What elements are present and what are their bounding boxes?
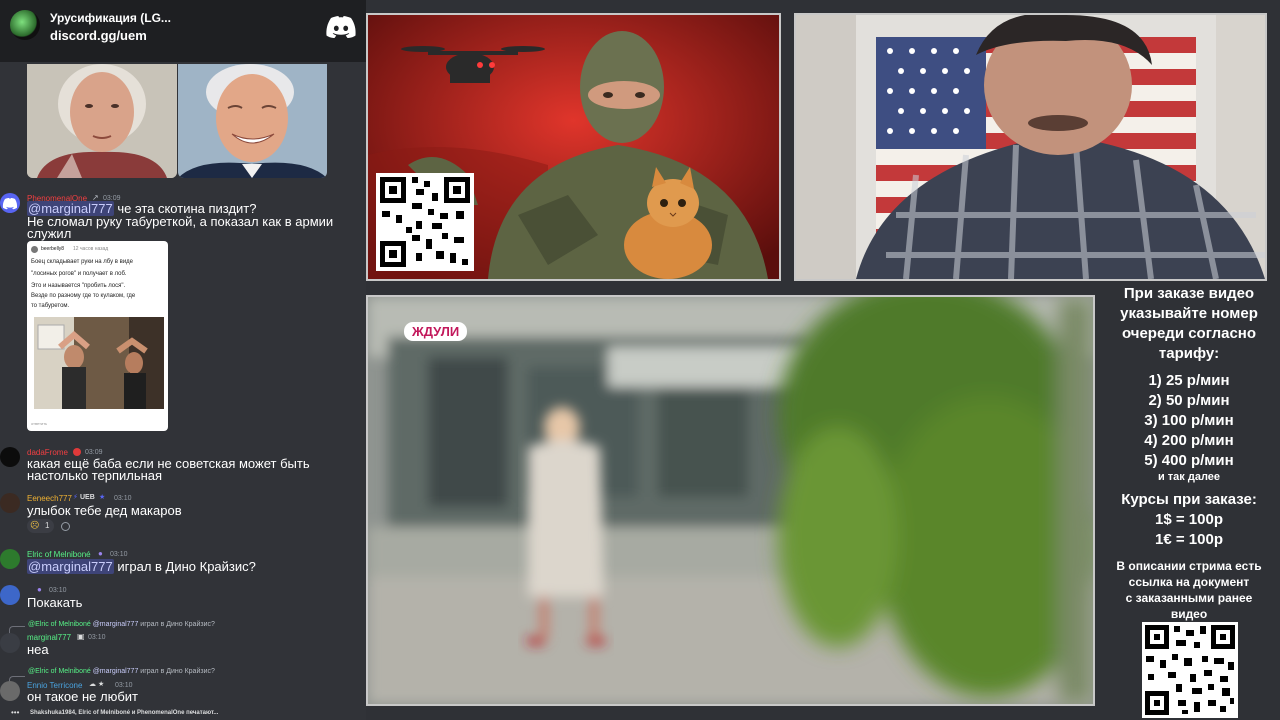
- avatar-user[interactable]: [0, 585, 20, 605]
- user-tag: UEB: [80, 494, 95, 501]
- attached-photo-woman[interactable]: [27, 64, 177, 178]
- server-avatar[interactable]: [10, 10, 40, 40]
- post-author-avatar: [31, 246, 38, 253]
- discord-overlay: Урусификация (LG... discord.gg/uem Pheno…: [0, 0, 366, 720]
- username-marginal777[interactable]: marginal777: [27, 633, 71, 642]
- timestamp: 03:10: [49, 587, 67, 594]
- description-note: с заказанными ранее: [1125, 591, 1253, 605]
- tariff-item: 2) 50 р/мин: [1148, 392, 1230, 409]
- message-text: @marginal777 играл в Дино Крайзис?: [27, 559, 256, 574]
- embedded-post-image[interactable]: beerbelly8 12 часов назад Боец складывае…: [27, 241, 168, 431]
- avatar-elric[interactable]: [0, 549, 20, 569]
- post-text-line: Это и называется "пробить лося".: [31, 283, 126, 289]
- reply-username: @Elric of Melniboné: [28, 668, 91, 675]
- server-name: Урусификация (LG...: [50, 11, 171, 25]
- reaction-count: 1: [45, 521, 50, 530]
- badge-icon: ●: [37, 585, 42, 594]
- soldier-artwork: [368, 15, 779, 279]
- post-time: 12 часов назад: [73, 246, 109, 252]
- description-note: В описании стрима есть: [1116, 559, 1262, 573]
- tariff-item: 5) 400 р/мин: [1144, 452, 1234, 469]
- tariff-info: При заказе видео указывайте номер очеред…: [1098, 284, 1280, 622]
- server-invite-link[interactable]: discord.gg/uem: [50, 28, 147, 43]
- badge-icon: ★: [99, 494, 106, 501]
- post-footer: ответить: [31, 421, 48, 426]
- tariff-item: 4) 200 р/мин: [1144, 432, 1234, 449]
- status-badge: [73, 448, 81, 456]
- message-text: он такое не любит: [27, 689, 138, 704]
- message-content: играл в Дино Крайзис?: [113, 559, 256, 574]
- tariff-etc: и так далее: [1157, 471, 1221, 483]
- donation-qr-code: [1142, 622, 1238, 718]
- message-text: неа: [27, 642, 49, 657]
- description-note: ссылка на документ: [1128, 575, 1250, 589]
- message-text: Не сломал руку табуреткой, а показал как…: [27, 214, 334, 229]
- reply-mention: @marginal777: [92, 668, 139, 675]
- post-text-line: Везде по разному где то кулаком, где: [31, 293, 136, 299]
- post-text-line: Боец складывает руки на лбу в виде: [31, 259, 134, 265]
- avatar-dadafrome[interactable]: [0, 447, 20, 467]
- timestamp: 03:10: [88, 634, 106, 641]
- avatar-eeneech777[interactable]: [0, 493, 20, 513]
- discord-logo-icon: [326, 16, 356, 38]
- message-text: Покакать: [27, 595, 83, 610]
- tariff-heading: очереди согласно: [1121, 325, 1257, 342]
- qr-code: [376, 173, 474, 271]
- post-author: beerbelly8: [41, 246, 65, 252]
- rate-item: 1€ = 100р: [1155, 531, 1223, 548]
- avatar-ennio[interactable]: [0, 681, 20, 701]
- reply-preview[interactable]: @Elric of Melniboné @marginal777 играл в…: [28, 621, 215, 628]
- post-photo: [34, 317, 164, 409]
- mention[interactable]: @marginal777: [27, 559, 114, 574]
- badge-icon: ☁ ★: [89, 681, 105, 688]
- typing-indicator: Shakshuka1984, Elric of Melniboné и Phen…: [30, 710, 219, 716]
- message-text: настолько терпильная: [27, 468, 163, 483]
- rate-item: 1$ = 100р: [1155, 511, 1223, 528]
- timestamp: 03:10: [110, 551, 128, 558]
- reaction-pill[interactable]: ☹ 1: [27, 519, 54, 533]
- rates-title: Курсы при заказе:: [1121, 491, 1257, 508]
- attached-photo-man[interactable]: [178, 64, 327, 178]
- video-label-badge: ЖДУЛИ: [404, 322, 468, 341]
- webcam-panel: [794, 13, 1267, 281]
- webcam-image: [796, 15, 1265, 279]
- video-frame: [368, 297, 1093, 704]
- timestamp: 03:10: [115, 682, 133, 689]
- reply-text: играл в Дино Крайзис?: [138, 621, 215, 628]
- post-text-line: то табуретом.: [31, 303, 70, 309]
- server-header: Урусификация (LG... discord.gg/uem: [0, 0, 366, 62]
- lightning-icon: ⚡: [73, 494, 78, 501]
- description-note: видео: [1170, 607, 1208, 621]
- main-video-panel: ЖДУЛИ: [366, 295, 1095, 706]
- tariff-heading: тарифу:: [1158, 345, 1220, 362]
- reply-text: играл в Дино Крайзис?: [138, 668, 215, 675]
- username-eeneech777[interactable]: Eeneech777: [27, 494, 72, 503]
- add-reaction-icon[interactable]: [61, 522, 70, 531]
- art-panel-soldier: [366, 13, 781, 281]
- timestamp: 03:10: [114, 495, 132, 502]
- tariff-heading: При заказе видео: [1123, 285, 1255, 302]
- avatar-phenomenalone[interactable]: [0, 193, 20, 213]
- message-text: улыбок тебе дед макаров: [27, 503, 182, 518]
- post-text-line: "лосиных рогов" и получает в лоб.: [31, 271, 127, 277]
- crying-face-emoji-icon: ☹: [30, 520, 40, 530]
- reply-preview[interactable]: @Elric of Melniboné @marginal777 играл в…: [28, 668, 215, 675]
- badge-icon: ●: [98, 549, 103, 558]
- tariff-heading: указывайте номер: [1120, 305, 1258, 322]
- badge-icon: ▣: [77, 632, 85, 641]
- message-text: служил: [27, 226, 72, 241]
- reply-mention: @marginal777: [92, 621, 139, 628]
- typing-dots-icon: •••: [11, 708, 20, 717]
- tariff-item: 1) 25 р/мин: [1148, 372, 1230, 389]
- tariff-item: 3) 100 р/мин: [1144, 412, 1234, 429]
- reply-username: @Elric of Melniboné: [28, 621, 91, 628]
- username-elric[interactable]: Elric of Melniboné: [27, 550, 91, 559]
- timestamp: 03:09: [85, 449, 103, 456]
- avatar-marginal777[interactable]: [0, 633, 20, 653]
